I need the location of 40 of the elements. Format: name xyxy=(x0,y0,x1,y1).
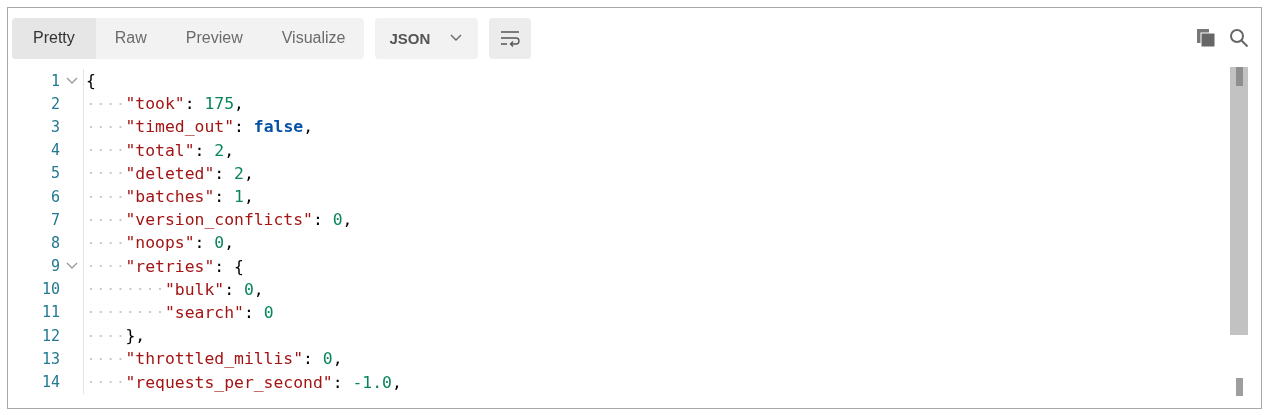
format-dropdown[interactable]: JSON xyxy=(375,17,479,59)
code-line: "requests_per_second": -1.0, xyxy=(125,372,402,392)
wrap-lines-button[interactable] xyxy=(489,17,532,59)
search-icon[interactable] xyxy=(1229,28,1249,48)
line-number: 7 xyxy=(49,210,60,229)
fold-chevron-icon[interactable] xyxy=(65,76,78,85)
code-line: { xyxy=(86,71,96,91)
line-number: 12 xyxy=(40,326,60,345)
line-number: 14 xyxy=(40,373,60,392)
line-number: 10 xyxy=(40,280,60,299)
wrap-lines-icon xyxy=(499,29,522,47)
code-line: "noops": 0, xyxy=(125,233,235,253)
code-line: }, xyxy=(125,326,146,346)
line-number: 5 xyxy=(49,164,60,183)
line-number: 8 xyxy=(49,233,60,252)
code-line: "took": 175, xyxy=(125,94,244,114)
copy-icon[interactable] xyxy=(1196,28,1216,48)
view-tab[interactable]: Visualize xyxy=(262,17,365,59)
code-line: "timed_out": false, xyxy=(125,117,313,137)
code-line: "search": 0 xyxy=(164,302,274,322)
code-line: "retries": { xyxy=(125,256,244,276)
fold-chevron-icon[interactable] xyxy=(65,262,78,271)
code-line: "batches": 1, xyxy=(125,187,254,207)
code-line: "total": 2, xyxy=(125,140,235,160)
view-tab[interactable]: Pretty xyxy=(12,17,96,59)
line-number: 4 xyxy=(49,141,60,160)
line-number: 13 xyxy=(40,349,60,368)
chevron-down-icon xyxy=(450,34,463,42)
line-number: 11 xyxy=(40,303,60,322)
code-line: "deleted": 2, xyxy=(125,163,254,183)
view-tab[interactable]: Raw xyxy=(95,17,166,59)
view-tab[interactable]: Preview xyxy=(165,17,263,59)
code-line: "throttled_millis": 0, xyxy=(125,349,343,369)
line-number: 2 xyxy=(49,94,60,113)
code-line: "bulk": 0, xyxy=(164,279,264,299)
line-number: 9 xyxy=(49,257,60,276)
line-number: 1 xyxy=(49,71,60,90)
line-number: 3 xyxy=(49,117,60,136)
line-number: 6 xyxy=(49,187,60,206)
code-line: "version_conflicts": 0, xyxy=(125,210,353,230)
